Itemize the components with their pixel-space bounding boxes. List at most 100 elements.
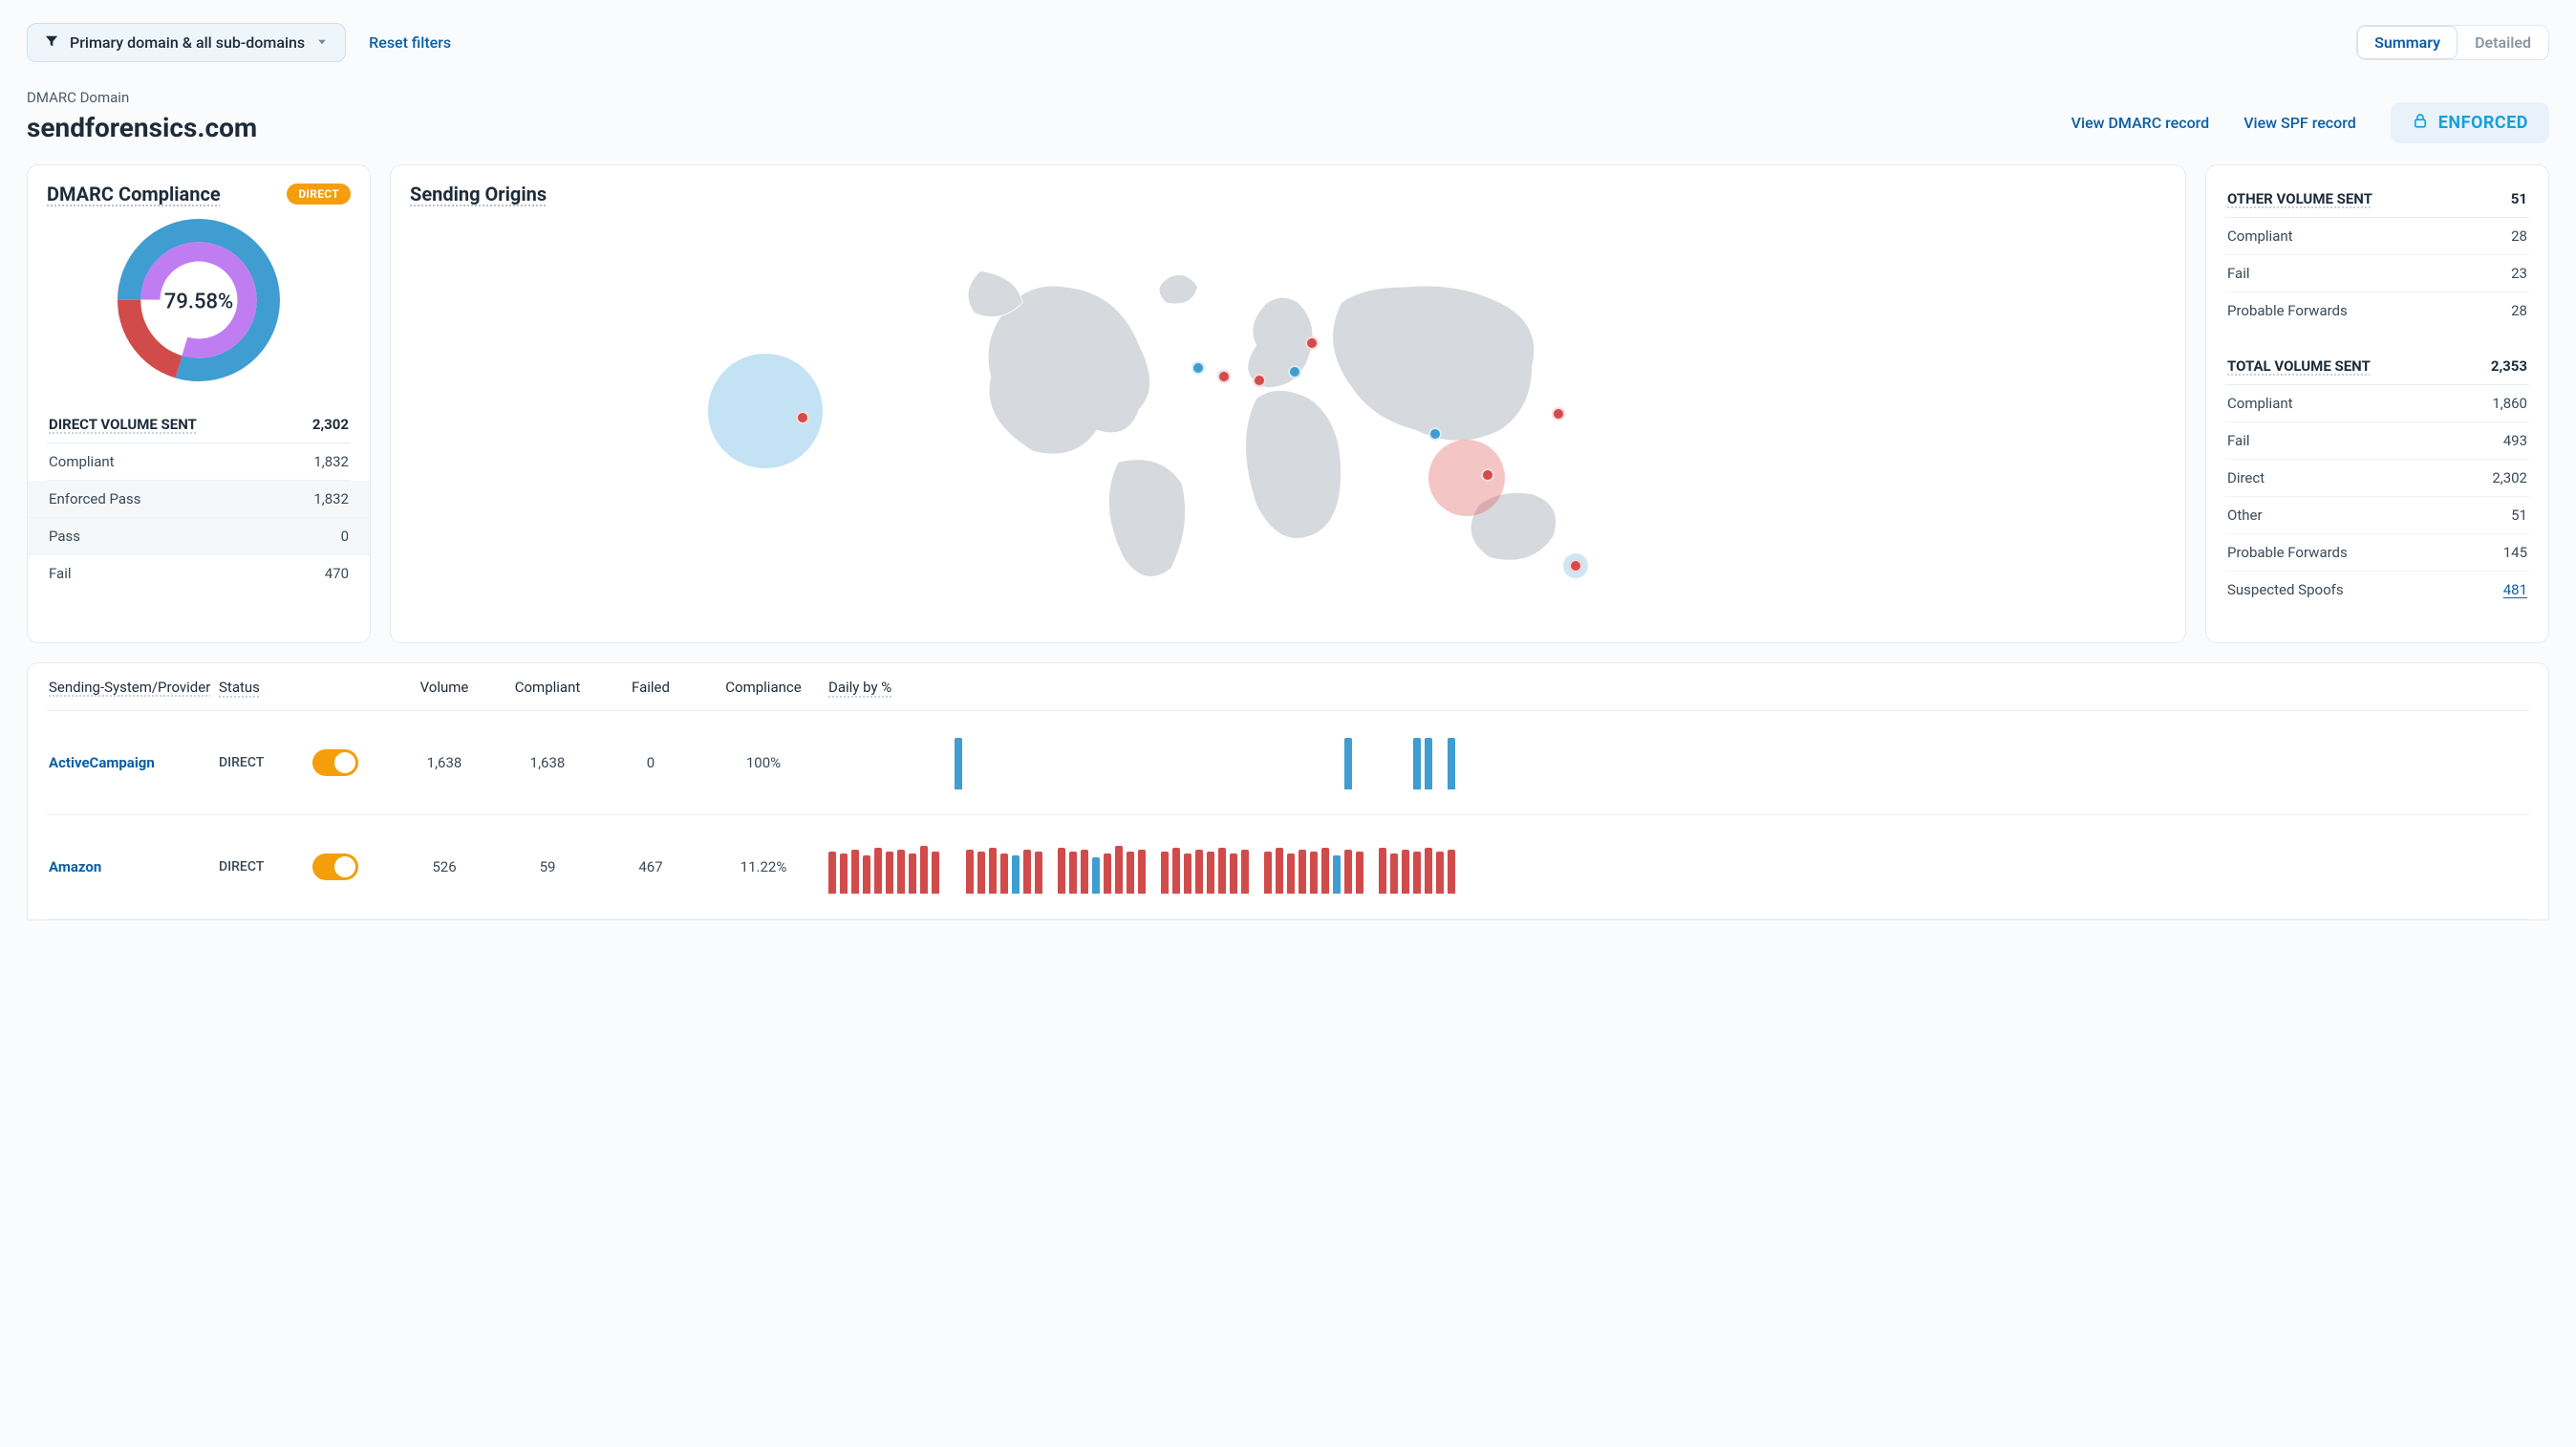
spark-bar — [1081, 788, 1088, 789]
spark-bar — [1218, 848, 1226, 894]
col-volume[interactable]: Volume — [397, 679, 492, 696]
stat-row-label: Direct — [2227, 469, 2265, 486]
spark-bar — [1310, 852, 1318, 894]
sending-origins-title-row: Sending Origins — [410, 183, 2166, 205]
spark-bar — [932, 852, 939, 894]
dmarc-compliance-title-row: DMARC Compliance DIRECT — [47, 183, 351, 205]
col-compliant[interactable]: Compliant — [500, 679, 595, 696]
spark-bar — [897, 788, 905, 789]
provider-compliance: 100% — [706, 754, 821, 771]
stat-row: Fail 493 — [2225, 422, 2529, 460]
stat-row-value: 1,860 — [2492, 395, 2527, 412]
spark-bar — [1069, 788, 1077, 789]
col-compliance[interactable]: Compliance — [706, 679, 821, 696]
spark-bar — [1413, 738, 1421, 789]
total-volume-block: TOTAL VOLUME SENT 2,353 Compliant 1,860 … — [2225, 348, 2529, 608]
direct-row-value: 1,832 — [313, 453, 349, 470]
spark-bar — [1023, 788, 1031, 789]
sending-origins-title: Sending Origins — [410, 183, 547, 205]
provider-sparkline — [828, 736, 2527, 789]
stat-row-value: 145 — [2503, 544, 2527, 561]
direct-row-label: Pass — [49, 528, 80, 545]
spark-bar — [1253, 892, 1260, 894]
spark-bar — [1161, 852, 1169, 894]
direct-row: Enforced Pass 1,832 — [28, 481, 370, 518]
spark-bar — [1299, 788, 1306, 789]
spark-bar — [1069, 852, 1077, 894]
reset-filters-link[interactable]: Reset filters — [369, 33, 451, 52]
spark-bar — [977, 788, 985, 789]
stat-row-label: Fail — [2227, 265, 2250, 282]
spark-bar — [1264, 788, 1272, 789]
direct-row: Fail 470 — [47, 555, 351, 592]
view-dmarc-record-link[interactable]: View DMARC record — [2072, 114, 2210, 132]
provider-table-header: Sending-System/Provider Status Volume Co… — [47, 663, 2529, 711]
spark-bar — [1012, 788, 1020, 789]
spark-bar — [1138, 850, 1146, 894]
header-links: View DMARC record View SPF record ENFORC… — [2072, 102, 2549, 143]
provider-failed: 467 — [603, 858, 698, 875]
suspected-spoofs-link[interactable]: 481 — [2503, 581, 2527, 598]
spark-bar — [1172, 788, 1180, 789]
spark-bar — [1436, 852, 1444, 894]
spark-bar — [1390, 788, 1398, 789]
spark-bar — [1402, 850, 1409, 894]
provider-row: AmazonDIRECT5265946711.22% — [47, 815, 2529, 919]
direct-row: Pass 0 — [28, 518, 370, 555]
provider-table-card: Sending-System/Provider Status Volume Co… — [27, 662, 2549, 920]
provider-sparkline — [828, 840, 2527, 894]
origin-pin[interactable] — [1569, 559, 1582, 572]
stat-row: Probable Forwards 28 — [2225, 292, 2529, 329]
spark-bar — [1230, 853, 1237, 894]
spark-bar — [828, 852, 836, 894]
lock-icon — [2412, 112, 2429, 134]
chevron-down-icon — [316, 33, 328, 52]
tab-summary[interactable]: Summary — [2357, 26, 2458, 59]
spark-bar — [1115, 846, 1123, 894]
spark-bar — [1299, 850, 1306, 894]
direct-row-value: 1,832 — [313, 490, 349, 508]
direct-row-value: 470 — [325, 565, 349, 582]
spark-bar — [1058, 848, 1065, 894]
tab-detailed[interactable]: Detailed — [2458, 26, 2548, 59]
spark-bar — [920, 846, 928, 894]
enforced-label: ENFORCED — [2438, 113, 2528, 133]
spark-bar — [1264, 852, 1272, 894]
spark-bar — [1115, 788, 1123, 789]
spark-bar — [955, 892, 962, 894]
col-provider[interactable]: Sending-System/Provider — [49, 679, 211, 697]
spark-bar — [1448, 738, 1455, 789]
spark-bar — [1046, 788, 1054, 789]
domain-filter-dropdown[interactable]: Primary domain & all sub-domains — [27, 23, 346, 62]
spark-bar — [886, 788, 893, 789]
provider-toggle[interactable] — [312, 853, 358, 880]
stat-row-value: 23 — [2511, 265, 2527, 282]
main-grid: DMARC Compliance DIRECT 79.58% DIRECT VO… — [27, 164, 2549, 643]
provider-name-link[interactable]: Amazon — [49, 858, 211, 875]
spark-bar — [977, 852, 985, 894]
provider-name-link[interactable]: ActiveCampaign — [49, 754, 211, 771]
stat-row-label: Compliant — [2227, 227, 2293, 245]
provider-rows: ActiveCampaignDIRECT1,6381,6380100%Amazo… — [47, 711, 2529, 919]
origin-bubble-north-america[interactable] — [708, 354, 823, 468]
origin-pin[interactable] — [1191, 361, 1205, 375]
stat-row-label: Probable Forwards — [2227, 544, 2348, 561]
spark-bar — [1344, 850, 1352, 894]
spark-bar — [1012, 855, 1020, 894]
provider-toggle[interactable] — [312, 749, 358, 776]
spark-bar — [1138, 788, 1146, 789]
filter-icon — [45, 33, 58, 52]
spark-bar — [1184, 788, 1191, 789]
world-map[interactable] — [410, 213, 2166, 625]
spark-bar — [1127, 852, 1134, 894]
col-daily[interactable]: Daily by % — [828, 679, 2527, 696]
stat-row-value: 28 — [2511, 302, 2527, 319]
origin-pin[interactable] — [1552, 407, 1565, 421]
dmarc-compliance-card: DMARC Compliance DIRECT 79.58% DIRECT VO… — [27, 164, 371, 643]
col-status[interactable]: Status — [219, 679, 305, 696]
direct-volume-header: DIRECT VOLUME SENT 2,302 — [47, 406, 351, 443]
stat-row: Compliant 28 — [2225, 218, 2529, 255]
spark-bar — [1356, 788, 1363, 789]
col-failed[interactable]: Failed — [603, 679, 698, 696]
view-spf-record-link[interactable]: View SPF record — [2243, 114, 2356, 132]
